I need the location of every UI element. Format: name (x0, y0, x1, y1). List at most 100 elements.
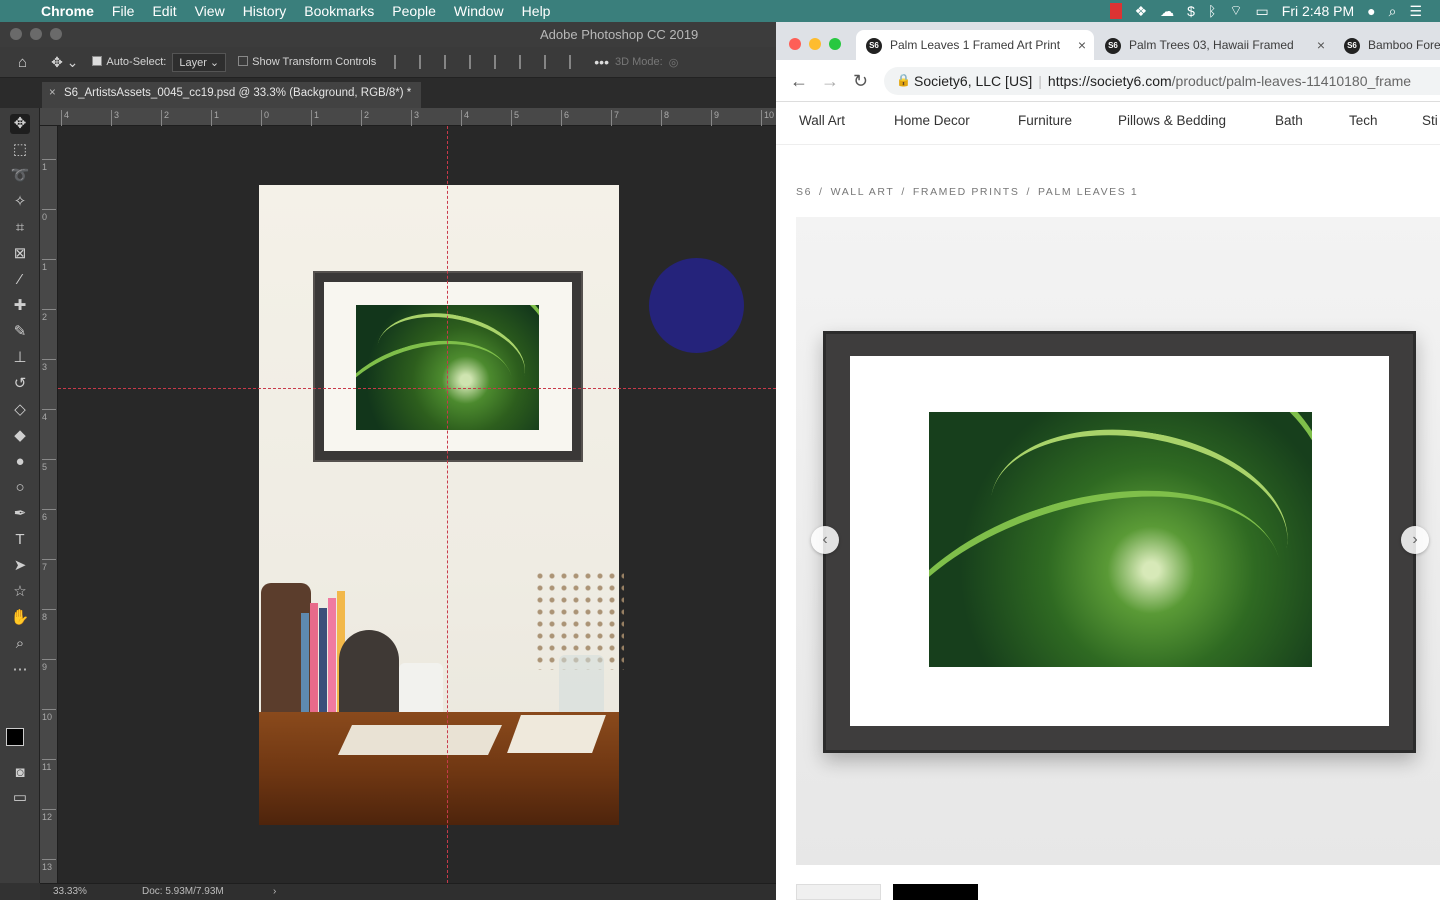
menu-view[interactable]: View (186, 0, 234, 22)
minimize-window-icon[interactable] (30, 28, 42, 40)
lasso-tool-icon[interactable]: ➰ (10, 166, 30, 186)
close-document-icon[interactable]: × (49, 87, 56, 99)
blue-circle-shape[interactable] (649, 258, 744, 353)
align-right-icon[interactable] (444, 55, 462, 69)
3d-mode-label: 3D Mode: (614, 56, 663, 68)
minimize-window-icon[interactable] (809, 38, 821, 50)
close-window-icon[interactable] (789, 38, 801, 50)
dollar-icon[interactable]: $ (1187, 3, 1195, 19)
hand-tool-icon[interactable]: ✋ (10, 608, 30, 628)
pen-tool-icon[interactable]: ✒ (10, 504, 30, 524)
battery-icon[interactable]: ▭ (1256, 3, 1269, 20)
breadcrumb-framed-prints[interactable]: FRAMED PRINTS (913, 186, 1020, 198)
eyedropper-tool-icon[interactable]: ⁄ (10, 270, 30, 290)
history-brush-tool-icon[interactable]: ↺ (10, 374, 30, 394)
screen-mode-icon[interactable]: ▭ (10, 788, 30, 808)
magic-wand-tool-icon[interactable]: ✧ (10, 192, 30, 212)
nav-bath[interactable]: Bath (1275, 113, 1303, 128)
wifi-icon[interactable]: ⌔ (1229, 2, 1242, 20)
tab-palm-trees[interactable]: S6 Palm Trees 03, Hawaii Framed × (1095, 30, 1333, 60)
close-window-icon[interactable] (10, 28, 22, 40)
breadcrumb-wall-art[interactable]: WALL ART (831, 186, 895, 198)
close-tab-icon[interactable]: × (1078, 37, 1086, 53)
breadcrumb-s6[interactable]: S6 (796, 186, 812, 198)
move-tool-preset-icon[interactable]: ✥ ⌄ (51, 54, 78, 71)
document-tab[interactable]: × S6_ArtistsAssets_0045_cc19.psd @ 33.3%… (42, 82, 422, 108)
back-icon[interactable]: ← (790, 71, 808, 92)
zoom-window-icon[interactable] (829, 38, 841, 50)
creative-cloud-icon[interactable]: ☁ (1160, 3, 1174, 20)
marquee-tool-icon[interactable]: ⬚ (10, 140, 30, 160)
crop-tool-icon[interactable]: ⌗ (10, 218, 30, 238)
vertical-guide[interactable] (447, 126, 448, 883)
menu-window[interactable]: Window (445, 0, 513, 22)
frame-tool-icon[interactable]: ⊠ (10, 244, 30, 264)
horizontal-guide[interactable] (58, 388, 776, 389)
shape-tool-icon[interactable]: ☆ (10, 582, 30, 602)
nav-furniture[interactable]: Furniture (1018, 113, 1072, 128)
menu-file[interactable]: File (103, 0, 144, 22)
status-menu-arrow-icon[interactable]: › (273, 886, 276, 897)
eraser-tool-icon[interactable]: ◇ (10, 400, 30, 420)
menu-help[interactable]: Help (513, 0, 560, 22)
tab-bamboo[interactable]: S6 Bamboo Fore (1334, 30, 1440, 60)
gallery-prev-icon[interactable]: ‹ (811, 526, 839, 554)
nav-stickers[interactable]: Sti (1422, 113, 1438, 128)
product-frame (823, 331, 1416, 753)
nav-wall-art[interactable]: Wall Art (799, 113, 845, 128)
menu-edit[interactable]: Edit (143, 0, 185, 22)
path-selection-tool-icon[interactable]: ➤ (10, 556, 30, 576)
foreground-color-swatch[interactable] (6, 728, 24, 746)
tab-palm-leaves[interactable]: S6 Palm Leaves 1 Framed Art Print × (856, 30, 1094, 60)
align-top-icon[interactable] (494, 55, 512, 69)
app-menu[interactable]: Chrome (32, 0, 103, 22)
blur-tool-icon[interactable]: ● (10, 452, 30, 472)
align-bottom-icon[interactable] (544, 55, 562, 69)
nav-pillows-bedding[interactable]: Pillows & Bedding (1118, 113, 1226, 128)
bluetooth-icon[interactable]: ᛒ (1208, 3, 1216, 19)
distribute-icon[interactable] (469, 55, 487, 69)
3d-orbit-icon[interactable]: ◎ (669, 56, 679, 69)
frame-color-white[interactable] (796, 884, 881, 900)
brush-tool-icon[interactable]: ✎ (10, 322, 30, 342)
zoom-tool-icon[interactable]: ⌕ (10, 634, 30, 654)
gallery-next-icon[interactable]: › (1401, 526, 1429, 554)
user-icon[interactable]: ● (1367, 3, 1375, 19)
transform-controls-checkbox[interactable]: Show Transform Controls (238, 56, 376, 68)
healing-brush-tool-icon[interactable]: ✚ (10, 296, 30, 316)
menubar-clock[interactable]: Fri 2:48 PM (1282, 3, 1354, 19)
frame-color-black[interactable] (893, 884, 978, 900)
align-middle-icon[interactable] (519, 55, 537, 69)
menu-people[interactable]: People (383, 0, 445, 22)
type-tool-icon[interactable]: T (10, 530, 30, 550)
document-canvas[interactable] (58, 126, 776, 883)
reload-icon[interactable]: ↻ (853, 71, 868, 92)
align-left-icon[interactable] (394, 55, 412, 69)
lock-icon[interactable]: 🔒 (896, 73, 911, 87)
nav-home-decor[interactable]: Home Decor (894, 113, 970, 128)
auto-select-dropdown[interactable]: Layer ⌄ (172, 52, 227, 72)
quick-mask-icon[interactable]: ◙ (10, 763, 30, 783)
zoom-level[interactable]: 33.33% (53, 886, 87, 897)
menu-history[interactable]: History (234, 0, 296, 22)
forward-icon[interactable]: → (821, 71, 839, 92)
notification-center-icon[interactable]: ☰ (1409, 3, 1422, 20)
more-options-icon[interactable]: ••• (594, 54, 609, 70)
dropbox-icon[interactable]: ❖ (1135, 3, 1148, 20)
distribute-vertical-icon[interactable] (569, 55, 587, 69)
nav-tech[interactable]: Tech (1349, 113, 1378, 128)
align-center-icon[interactable] (419, 55, 437, 69)
dodge-tool-icon[interactable]: ○ (10, 478, 30, 498)
edit-toolbar-icon[interactable]: ⋯ (10, 660, 30, 680)
move-tool-icon[interactable]: ✥ (10, 114, 30, 134)
status-app-icon[interactable] (1109, 3, 1122, 19)
paint-bucket-tool-icon[interactable]: ◆ (10, 426, 30, 446)
auto-select-checkbox[interactable]: Auto-Select: (92, 56, 166, 68)
menu-bookmarks[interactable]: Bookmarks (295, 0, 383, 22)
spotlight-search-icon[interactable]: ⌕ (1389, 3, 1397, 20)
clone-stamp-tool-icon[interactable]: ⊥ (10, 348, 30, 368)
zoom-window-icon[interactable] (50, 28, 62, 40)
address-bar[interactable]: 🔒 Society6, LLC [US] | https://society6.co… (884, 67, 1440, 95)
home-icon[interactable]: ⌂ (18, 54, 27, 71)
close-tab-icon[interactable]: × (1317, 37, 1325, 53)
